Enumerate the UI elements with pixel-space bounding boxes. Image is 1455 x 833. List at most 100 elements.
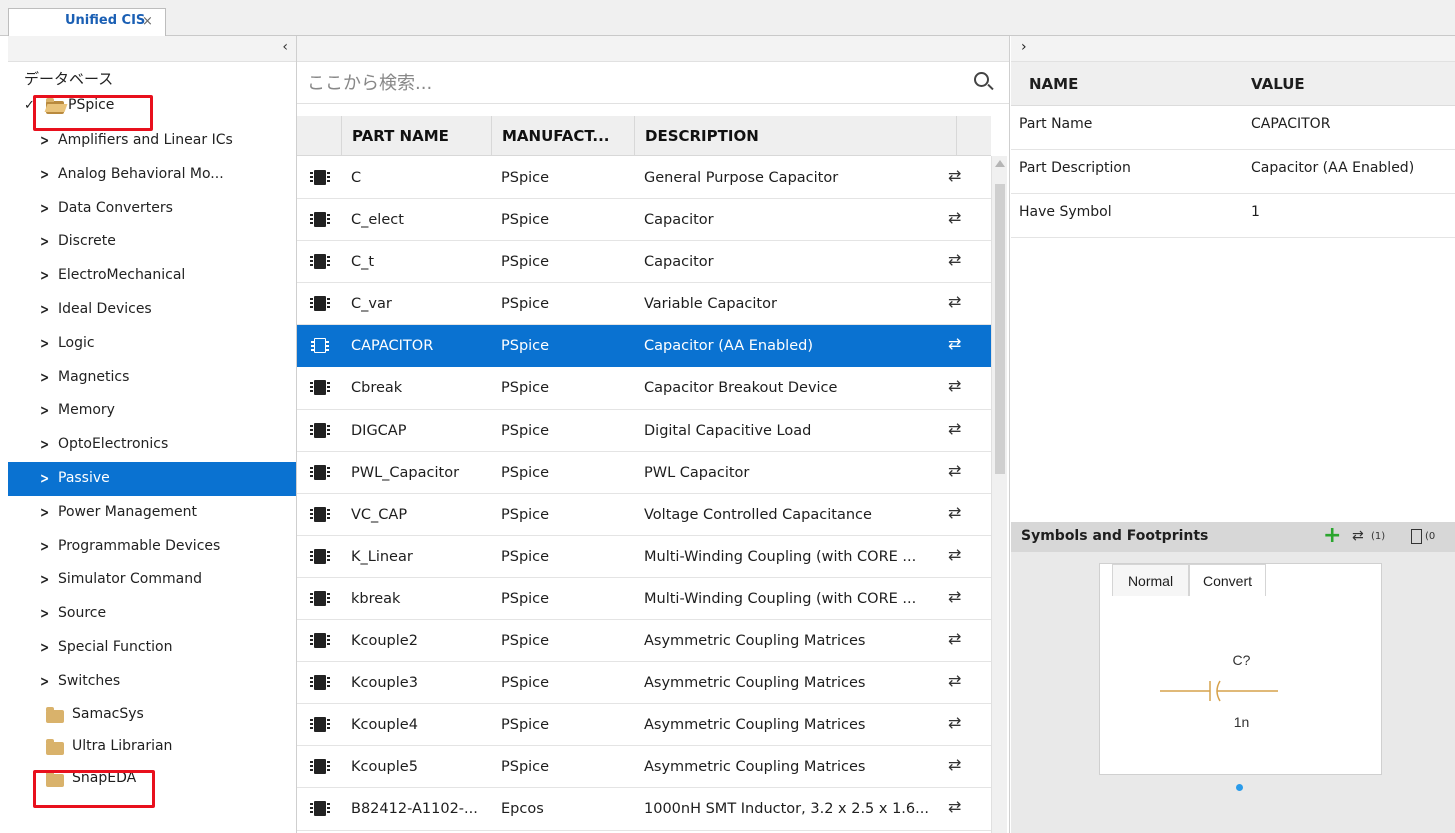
tree-item-category[interactable]: > Switches (8, 665, 296, 699)
symbol-icon[interactable]: ⇄ (948, 208, 961, 227)
table-row[interactable]: Kcouple4 PSpice Asymmetric Coupling Matric… (297, 704, 991, 747)
chevron-right-icon[interactable]: > (40, 639, 49, 656)
symbol-icon[interactable]: ⇄ (948, 334, 961, 353)
tree-item-category[interactable]: > Ideal Devices (8, 293, 296, 327)
symbol-icon[interactable]: ⇄ (948, 629, 961, 648)
chevron-right-icon[interactable]: > (40, 571, 49, 588)
chevron-right-icon[interactable]: > (40, 335, 49, 352)
tree-item-label: Power Management (58, 503, 198, 520)
symbol-icon[interactable]: ⇄ (948, 419, 961, 438)
tree-item-category[interactable]: > Memory (8, 394, 296, 428)
chevron-right-icon[interactable]: > (40, 369, 49, 386)
parts-table-body: C PSpice General Purpose Capacitor ⇄ C_elect… (297, 157, 991, 831)
collapse-left-icon[interactable]: ‹ (282, 39, 288, 55)
symbols-footprints-panel: Symbols and Footprints + ⇄ (1) (0 Normal… (1011, 522, 1455, 833)
capacitor-value: 1n (1233, 714, 1250, 730)
table-row[interactable]: Kcouple2 PSpice Asymmetric Coupling Matric… (297, 620, 991, 663)
tree-item-category[interactable]: > Logic (8, 327, 296, 361)
chevron-right-icon[interactable]: > (40, 166, 49, 183)
column-name: NAME (1029, 75, 1079, 93)
table-row[interactable]: kbreak PSpice Multi-Winding Coupling (with… (297, 578, 991, 621)
symbol-icon[interactable]: ⇄ (948, 292, 961, 311)
table-row[interactable]: Kcouple3 PSpice Asymmetric Coupling Matric… (297, 662, 991, 705)
tree-item-category[interactable]: > Analog Behavioral Mo... (8, 158, 296, 192)
tree-item-category[interactable]: > Source (8, 597, 296, 631)
tree-item-category[interactable]: > Passive (8, 461, 296, 496)
symbol-icon[interactable]: ⇄ (948, 503, 961, 522)
table-row[interactable]: VC_CAP PSpice Voltage Controlled Capacitan… (297, 494, 991, 536)
cell-part-name: DIGCAP (351, 422, 407, 439)
tree-item-category[interactable]: > ElectroMechanical (8, 259, 296, 293)
close-icon[interactable]: × (142, 14, 153, 29)
chevron-right-icon[interactable]: > (40, 200, 49, 217)
tree-item-category[interactable]: > Power Management (8, 496, 296, 530)
table-row[interactable]: C_t PSpice Capacitor ⇄ (297, 241, 991, 284)
symbol-icon[interactable]: ⇄ (948, 461, 961, 480)
chevron-right-icon[interactable]: > (40, 504, 49, 521)
chevron-right-icon[interactable]: > (40, 538, 49, 555)
column-manufacturer[interactable]: MANUFACT... (491, 116, 634, 156)
expand-right-icon[interactable]: › (1021, 39, 1027, 55)
table-row[interactable]: Cbreak PSpice Capacitor Breakout Device ⇄ (297, 367, 991, 410)
tree-item-label: Logic (58, 334, 95, 351)
cell-description: Variable Capacitor (644, 296, 777, 313)
tab-convert[interactable]: Convert (1189, 564, 1266, 596)
symbol-icon[interactable]: ⇄ (948, 166, 961, 185)
search-icon[interactable] (974, 72, 989, 87)
chevron-right-icon[interactable]: > (40, 605, 49, 622)
chip-icon (310, 170, 330, 185)
table-row[interactable]: CAPACITOR PSpice Capacitor (AA Enabled) ⇄ (297, 325, 991, 368)
table-row[interactable]: PWL_Capacitor PSpice PWL Capacitor ⇄ (297, 452, 991, 494)
symbol-icon[interactable]: ⇄ (1352, 528, 1364, 544)
symbol-icon[interactable]: ⇄ (948, 755, 961, 774)
tree-item-category[interactable]: > Special Function (8, 631, 296, 665)
tab-unified-cis[interactable]: Unified CIS × (8, 8, 166, 36)
symbol-icon[interactable]: ⇄ (948, 797, 961, 816)
capacitor-symbol (1160, 680, 1278, 702)
page-indicator-dot[interactable] (1236, 784, 1243, 791)
scroll-up-icon[interactable] (995, 160, 1005, 167)
table-row[interactable]: C_var PSpice Variable Capacitor ⇄ (297, 283, 991, 326)
tree-item-category[interactable]: > Magnetics (8, 361, 296, 395)
tree-item-library[interactable]: SamacSys (8, 699, 296, 731)
symbol-icon[interactable]: ⇄ (948, 671, 961, 690)
symbol-icon[interactable]: ⇄ (948, 376, 961, 395)
vertical-scrollbar[interactable] (991, 156, 1007, 833)
symbol-icon[interactable]: ⇄ (948, 587, 961, 606)
table-row[interactable]: Kcouple5 PSpice Asymmetric Coupling Matric… (297, 746, 991, 789)
add-icon[interactable]: + (1323, 523, 1341, 548)
properties-list: Part Name CAPACITOR Part Description Capaci… (1011, 106, 1455, 238)
tree-item-library[interactable]: Ultra Librarian (8, 731, 296, 763)
symbol-icon[interactable]: ⇄ (948, 545, 961, 564)
tree-item-category[interactable]: > Simulator Command (8, 563, 296, 597)
search-input[interactable] (307, 70, 947, 96)
tree-item-category[interactable]: > Discrete (8, 225, 296, 259)
chevron-right-icon[interactable]: > (40, 301, 49, 318)
highlight-box-snapeda (33, 770, 155, 808)
tree-item-label: SamacSys (72, 705, 144, 722)
table-row[interactable]: B82412-A1102-... Epcos 1000nH SMT Inductor… (297, 788, 991, 831)
tree-item-category[interactable]: > Programmable Devices (8, 530, 296, 564)
chevron-right-icon[interactable]: > (40, 470, 49, 487)
chevron-right-icon[interactable]: > (40, 436, 49, 453)
folder-icon (46, 738, 64, 755)
chevron-right-icon[interactable]: > (40, 673, 49, 690)
table-row[interactable]: K_Linear PSpice Multi-Winding Coupling (wi… (297, 536, 991, 578)
chevron-right-icon[interactable]: > (40, 132, 49, 149)
tree-item-category[interactable]: > OptoElectronics (8, 428, 296, 462)
symbol-icon[interactable]: ⇄ (948, 250, 961, 269)
column-part-name[interactable]: PART NAME (341, 116, 491, 156)
scrollbar-thumb[interactable] (995, 184, 1005, 474)
table-row[interactable]: DIGCAP PSpice Digital Capacitive Load ⇄ (297, 410, 991, 452)
cell-manufacturer: PSpice (501, 254, 550, 271)
table-row[interactable]: C_elect PSpice Capacitor ⇄ (297, 199, 991, 242)
footprint-icon[interactable] (1411, 529, 1422, 544)
chevron-right-icon[interactable]: > (40, 233, 49, 250)
symbol-icon[interactable]: ⇄ (948, 713, 961, 732)
table-row[interactable]: C PSpice General Purpose Capacitor ⇄ (297, 157, 991, 200)
column-description[interactable]: DESCRIPTION (634, 116, 956, 156)
tab-normal[interactable]: Normal (1112, 564, 1189, 596)
tree-item-category[interactable]: > Data Converters (8, 192, 296, 226)
chevron-right-icon[interactable]: > (40, 267, 49, 284)
chevron-right-icon[interactable]: > (40, 402, 49, 419)
